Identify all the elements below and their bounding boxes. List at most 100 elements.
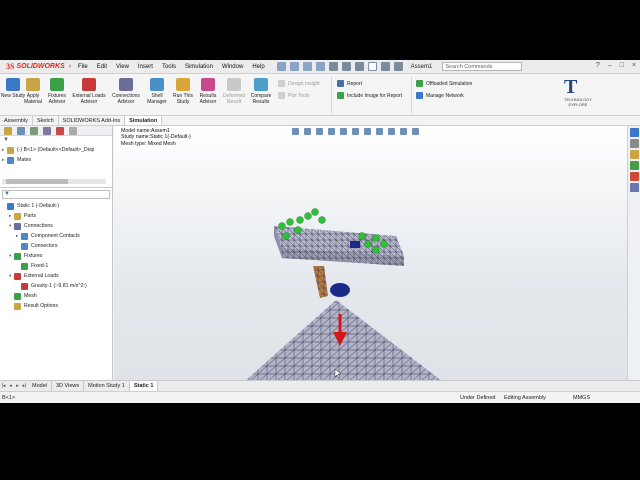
study-tree-item[interactable]: ▸ Component Contacts — [0, 231, 112, 241]
tree-node-icon — [7, 202, 14, 210]
study-tree-item[interactable]: Gravity-1 (:-9.81 m/s^2:) — [0, 281, 112, 291]
fixtures-advisor-button[interactable]: Fixtures Advisor — [44, 78, 70, 105]
study-tree-item[interactable]: ▸ Parts — [0, 211, 112, 221]
save-icon[interactable] — [315, 62, 325, 71]
status-bar: B<1> Under Defined Editing Assembly MMGS — [0, 391, 640, 403]
new-document-icon[interactable] — [289, 62, 299, 71]
select-pointer-icon[interactable] — [367, 62, 377, 71]
connections-advisor-label: Connections Advisor — [112, 93, 140, 105]
expand-arrow-icon[interactable]: › — [69, 63, 71, 70]
prev-tab-icon[interactable]: ◂ — [7, 383, 14, 389]
tab-assembly[interactable]: Assembly — [0, 116, 33, 125]
redo-icon[interactable] — [354, 62, 364, 71]
report-label: Report — [347, 80, 363, 87]
study-tree-item[interactable]: Static 1 (-Default-) — [0, 201, 112, 211]
home-icon[interactable] — [276, 62, 286, 71]
menu-bar: File Edit View Insert Tools Simulation W… — [78, 64, 265, 70]
tree-item-label: Gravity-1 (:-9.81 m/s^2:) — [31, 283, 87, 289]
external-loads-advisor-button[interactable]: External Loads Advisor — [72, 78, 106, 105]
minimize-icon[interactable]: – — [608, 62, 612, 69]
study-tree-list: Static 1 (-Default-) ▸ Parts ▾ Connections ▸ C… — [0, 201, 112, 311]
manage-network-label: Manage Network — [426, 92, 464, 99]
last-tab-icon[interactable]: ▸| — [21, 383, 28, 389]
fixture-arrow-icon — [380, 240, 388, 248]
tree-filter-icon[interactable]: ▼ — [0, 136, 112, 145]
first-tab-icon[interactable]: |◂ — [0, 383, 7, 389]
close-icon[interactable]: × — [632, 62, 636, 69]
menu-edit[interactable]: Edit — [97, 64, 107, 70]
configuration-manager-icon[interactable] — [30, 127, 38, 135]
scrollbar-thumb[interactable] — [6, 179, 68, 184]
file-explorer-icon[interactable] — [629, 161, 639, 170]
open-icon[interactable] — [302, 62, 312, 71]
tree-item-label: Connectors — [31, 243, 58, 249]
connections-advisor-button[interactable]: Connections Advisor — [110, 78, 142, 105]
menu-help[interactable]: Help — [252, 64, 264, 70]
menu-simulation[interactable]: Simulation — [185, 64, 213, 70]
custom-properties-icon[interactable] — [629, 183, 639, 192]
next-tab-icon[interactable]: ▸ — [14, 383, 21, 389]
print-icon[interactable] — [328, 62, 338, 71]
tab-3d-views[interactable]: 3D Views — [52, 381, 85, 391]
solidworks-window: 3S SOLIDWORKS › File Edit View Insert To… — [0, 60, 640, 403]
graphics-viewport[interactable]: Model name:Assem1 Study name:Static 1(-D… — [114, 126, 627, 380]
tree-item-label: Connections — [24, 223, 53, 229]
menu-view[interactable]: View — [116, 64, 129, 70]
dimxpert-icon[interactable] — [43, 127, 51, 135]
cone-mesh[interactable] — [245, 300, 442, 380]
menu-tools[interactable]: Tools — [162, 64, 176, 70]
horizontal-scrollbar[interactable] — [2, 179, 106, 184]
maximize-icon[interactable]: □ — [620, 62, 624, 69]
study-tree-item[interactable]: Result Options — [0, 301, 112, 311]
undo-icon[interactable] — [341, 62, 351, 71]
help-icon[interactable]: ? — [596, 62, 600, 69]
study-tree-filter[interactable]: ▼ — [2, 190, 110, 199]
resources-task-icon[interactable] — [629, 139, 639, 148]
report-button[interactable]: Report — [337, 80, 362, 87]
tab-simulation[interactable]: Simulation — [125, 116, 163, 125]
design-library-icon[interactable] — [629, 150, 639, 159]
mates-icon — [7, 156, 14, 164]
property-manager-icon[interactable] — [17, 127, 25, 135]
connector-pin[interactable] — [313, 266, 350, 298]
study-tree-item[interactable]: ▾ Fixtures — [0, 251, 112, 261]
include-image-button[interactable]: Include Image for Report — [337, 92, 402, 99]
feature-manager-icon[interactable] — [4, 127, 12, 135]
compare-results-button[interactable]: Compare Results — [248, 78, 274, 105]
home-task-icon[interactable] — [629, 128, 639, 137]
deformed-result-button: Deformed Result — [221, 78, 247, 105]
menu-window[interactable]: Window — [222, 64, 243, 70]
rebuild-icon[interactable] — [380, 62, 390, 71]
tab-static-study[interactable]: Static 1 — [129, 381, 159, 391]
tab-motion-study[interactable]: Motion Study 1 — [84, 381, 130, 391]
study-tree-item[interactable]: ▾ Connections — [0, 221, 112, 231]
menu-file[interactable]: File — [78, 64, 88, 70]
study-tree-item[interactable]: Mesh — [0, 291, 112, 301]
status-units[interactable]: MMGS — [573, 395, 590, 401]
display-manager-icon[interactable] — [56, 127, 64, 135]
study-tree-item[interactable]: ▾ External Loads — [0, 271, 112, 281]
options-gear-icon[interactable] — [393, 62, 403, 71]
apply-material-button[interactable]: Apply Material — [20, 78, 46, 105]
study-tree-item[interactable]: Connectors — [0, 241, 112, 251]
appearances-icon[interactable] — [629, 172, 639, 181]
design-insight-icon — [278, 80, 285, 87]
tab-solidworks-addins[interactable]: SOLIDWORKS Add-Ins — [59, 116, 126, 125]
fixture-arrow-icon — [318, 216, 326, 224]
offloaded-simulation-button[interactable]: Offloaded Simulation — [416, 80, 472, 87]
tree-node-icon — [21, 242, 28, 250]
results-advisor-button[interactable]: Results Advisor — [195, 78, 221, 105]
tab-model[interactable]: Model — [28, 381, 52, 391]
run-study-button[interactable]: Run This Study — [170, 78, 196, 105]
tree-item-b1[interactable]: ▸ (-) B<1> (Default<<Default>_Disp — [0, 145, 112, 155]
manage-network-button[interactable]: Manage Network — [416, 92, 464, 99]
channel-logo-letter: T — [564, 76, 578, 98]
tab-sketch[interactable]: Sketch — [33, 116, 59, 125]
solidworks-logo[interactable]: 3S SOLIDWORKS › — [0, 62, 71, 71]
study-tree-item[interactable]: Fixed-1 — [0, 261, 112, 271]
panel-more-icon[interactable] — [69, 127, 77, 135]
shell-manager-button[interactable]: Shell Manager — [144, 78, 170, 105]
menu-insert[interactable]: Insert — [138, 64, 153, 70]
search-commands-input[interactable]: Search Commands — [442, 62, 523, 71]
tree-item-mates[interactable]: ▸ Mates — [0, 155, 112, 165]
